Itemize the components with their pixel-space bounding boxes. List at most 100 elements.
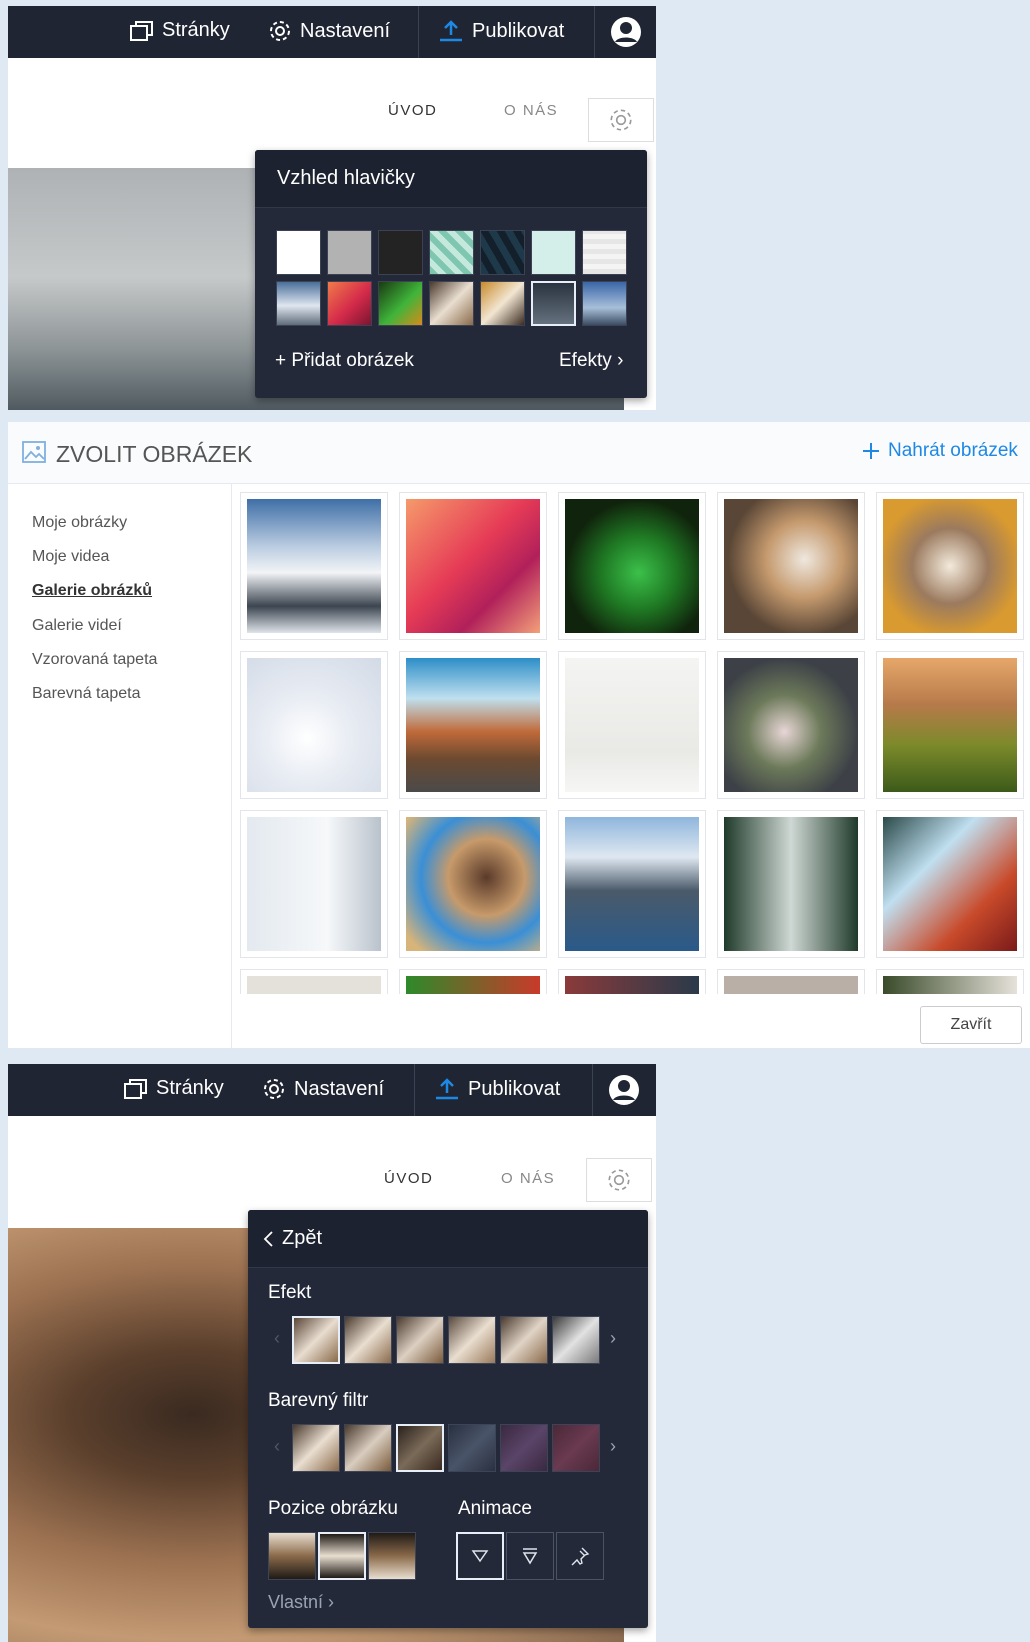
settings-label: Nastavení xyxy=(300,19,391,42)
swatch-black[interactable] xyxy=(378,230,423,275)
pages-button[interactable]: Stránky xyxy=(124,1077,224,1100)
divider xyxy=(418,6,419,58)
animation-option-none[interactable] xyxy=(456,1532,504,1580)
position-option-center[interactable] xyxy=(318,1532,366,1580)
header-settings-button[interactable] xyxy=(586,1158,652,1202)
effects-link[interactable]: Efekty › xyxy=(559,350,623,372)
gallery-image-row4-4[interactable] xyxy=(717,969,865,994)
filter-option-6[interactable] xyxy=(552,1424,600,1472)
sidebar-item-image-gallery[interactable]: Galerie obrázků xyxy=(32,582,152,600)
sidebar-item-patterned-wallpaper[interactable]: Vzorovaná tapeta xyxy=(32,651,157,669)
swatch-lizard[interactable] xyxy=(378,281,423,326)
publish-button[interactable]: Publikovat xyxy=(434,1077,560,1101)
gallery-image-flowers[interactable] xyxy=(717,651,865,799)
gear-icon xyxy=(270,21,290,41)
swatch-canyon[interactable] xyxy=(327,281,372,326)
publish-label: Publikovat xyxy=(468,1077,561,1100)
gallery-image-hallstatt[interactable] xyxy=(558,810,706,958)
filter-option-3[interactable] xyxy=(396,1424,444,1472)
filter-option-5[interactable] xyxy=(500,1424,548,1472)
chevron-right-icon[interactable]: › xyxy=(610,1328,616,1349)
effect-option-5[interactable] xyxy=(500,1316,548,1364)
upload-icon xyxy=(440,20,462,42)
swatch-leaf-pattern[interactable] xyxy=(429,230,474,275)
effect-option-1[interactable] xyxy=(292,1316,340,1364)
sidebar-item-video-gallery[interactable]: Galerie videí xyxy=(32,617,122,635)
settings-button[interactable]: Nastavení xyxy=(262,1077,384,1101)
gallery-image-architecture[interactable] xyxy=(240,810,388,958)
user-icon[interactable] xyxy=(608,1074,640,1106)
pin-icon xyxy=(571,1547,590,1566)
sidebar-item-color-wallpaper[interactable]: Barevná tapeta xyxy=(32,685,141,703)
settings-button[interactable]: Nastavení xyxy=(268,19,390,43)
pages-button[interactable]: Stránky xyxy=(130,19,230,42)
effect-label: Efekt xyxy=(268,1282,312,1303)
swatch-cat[interactable] xyxy=(480,281,525,326)
filter-option-1[interactable] xyxy=(292,1424,340,1472)
gallery-image-row4-1[interactable] xyxy=(240,969,388,994)
chevron-left-icon[interactable]: ‹ xyxy=(274,1436,280,1457)
gallery-image-arctic-fox[interactable] xyxy=(240,651,388,799)
divider xyxy=(594,6,595,58)
swatch-dark-pattern[interactable] xyxy=(480,230,525,275)
swatch-dog[interactable] xyxy=(429,281,474,326)
upload-image-button[interactable]: Nahrát obrázek xyxy=(862,440,1018,462)
top-toolbar: Stránky Nastavení Publikovat xyxy=(8,6,656,58)
custom-position-link[interactable]: Vlastní › xyxy=(268,1592,334,1613)
gallery-image-row4-2[interactable] xyxy=(399,969,547,994)
chevron-left-icon[interactable]: ‹ xyxy=(274,1328,280,1349)
swatch-video-2[interactable] xyxy=(582,281,627,326)
panel-effects: Stránky Nastavení Publikovat ÚVOD O NÁS … xyxy=(8,1064,656,1642)
swatch-video-1[interactable] xyxy=(531,281,576,326)
nav-link-uvod[interactable]: ÚVOD xyxy=(388,102,437,119)
nav-link-o-nas[interactable]: O NÁS xyxy=(504,102,558,119)
swatch-mountains[interactable] xyxy=(276,281,321,326)
position-option-top[interactable] xyxy=(268,1532,316,1580)
gallery-image-woman[interactable] xyxy=(399,810,547,958)
pages-label: Stránky xyxy=(162,19,230,41)
chevron-right-icon[interactable]: › xyxy=(610,1436,616,1457)
upload-icon xyxy=(436,1078,458,1100)
gallery-image-minimal-tree[interactable] xyxy=(558,651,706,799)
image-position-label: Pozice obrázku xyxy=(268,1498,398,1519)
gallery-image-cat[interactable] xyxy=(876,492,1024,640)
header-settings-button[interactable] xyxy=(588,98,654,142)
gallery-image-road[interactable] xyxy=(399,651,547,799)
user-icon[interactable] xyxy=(610,16,642,48)
effect-option-6[interactable] xyxy=(552,1316,600,1364)
publish-button[interactable]: Publikovat xyxy=(438,19,564,43)
filter-option-4[interactable] xyxy=(448,1424,496,1472)
gallery-image-forest-lake[interactable] xyxy=(717,810,865,958)
effect-option-3[interactable] xyxy=(396,1316,444,1364)
swatch-light-pattern[interactable] xyxy=(582,230,627,275)
sidebar-item-my-videos[interactable]: Moje videa xyxy=(32,548,109,566)
gallery-image-canyon[interactable] xyxy=(399,492,547,640)
gallery-image-row4-5[interactable] xyxy=(876,969,1024,994)
close-button[interactable]: Zavřít xyxy=(920,1006,1022,1044)
nav-link-o-nas[interactable]: O NÁS xyxy=(501,1170,555,1187)
filter-option-2[interactable] xyxy=(344,1424,392,1472)
popup-back-header[interactable]: Zpět xyxy=(248,1210,648,1268)
add-image-link[interactable]: + Přidat obrázek xyxy=(275,350,414,372)
swatch-mint[interactable] xyxy=(531,230,576,275)
gallery-image-mountains[interactable] xyxy=(240,492,388,640)
upload-label: Nahrát obrázek xyxy=(888,440,1018,461)
gallery-image-lizard[interactable] xyxy=(558,492,706,640)
gallery-image-waterfall[interactable] xyxy=(876,810,1024,958)
sidebar-item-my-images[interactable]: Moje obrázky xyxy=(32,514,127,532)
picker-title: ZVOLIT OBRÁZEK xyxy=(56,441,253,467)
effect-option-2[interactable] xyxy=(344,1316,392,1364)
position-option-bottom[interactable] xyxy=(368,1532,416,1580)
swatch-white[interactable] xyxy=(276,230,321,275)
divider xyxy=(592,1064,593,1116)
gallery-image-row4-3[interactable] xyxy=(558,969,706,994)
animation-option-fixed[interactable] xyxy=(556,1532,604,1580)
animation-option-parallax[interactable] xyxy=(506,1532,554,1580)
settings-label: Nastavení xyxy=(294,1077,385,1100)
gallery-image-dog[interactable] xyxy=(717,492,865,640)
gallery-image-tuscany[interactable] xyxy=(876,651,1024,799)
effect-option-4[interactable] xyxy=(448,1316,496,1364)
swatch-gray[interactable] xyxy=(327,230,372,275)
nav-link-uvod[interactable]: ÚVOD xyxy=(384,1170,433,1187)
chevron-left-icon xyxy=(263,1230,273,1247)
